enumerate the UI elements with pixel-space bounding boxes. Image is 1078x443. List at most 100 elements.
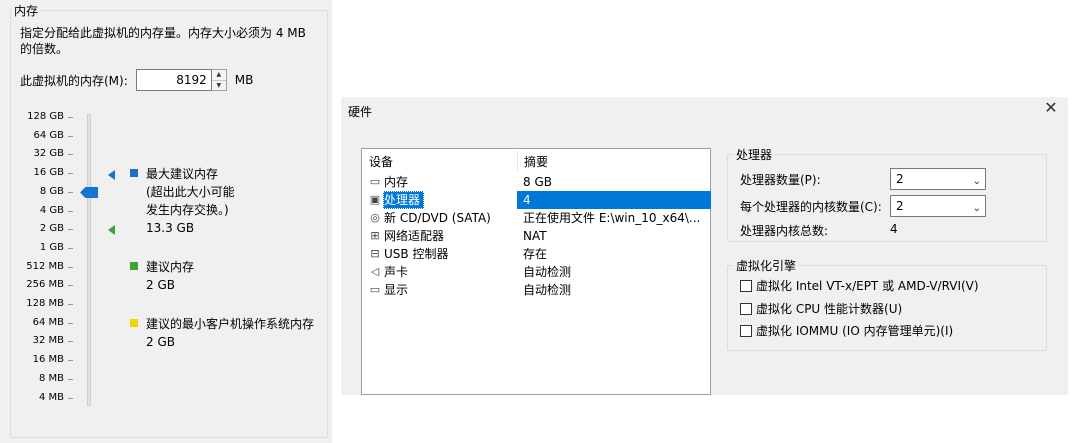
memory-scale-tick: 32 GB <box>0 147 74 161</box>
memory-scale-tick: 2 GB <box>0 222 74 236</box>
cores-per-processor-value: 2 <box>896 199 904 213</box>
max-memory-marker-icon <box>108 170 115 180</box>
cores-per-processor-label: 每个处理器的内核数量(C): <box>740 200 882 214</box>
iommu-checkbox-label: 虚拟化 IOMMU (IO 内存管理单元)(I) <box>756 324 954 338</box>
device-summary: 8 GB <box>523 175 552 189</box>
device-name: 内存 <box>384 175 409 189</box>
device-row-usb[interactable]: ⊟ USB 控制器 存在 <box>362 245 710 263</box>
legend-recommended-memory: 建议内存 2 GB <box>130 258 194 294</box>
column-summary[interactable]: 摘要 <box>524 153 548 170</box>
memory-scale-tick: 1 GB <box>0 241 74 255</box>
column-device[interactable]: 设备 <box>369 153 393 170</box>
memory-description: 指定分配给此虚拟机的内存量。内存大小必须为 4 MB 的倍数。 <box>20 26 306 56</box>
recommended-memory-value: 2 GB <box>146 278 175 292</box>
device-name: 声卡 <box>384 265 409 279</box>
monitor-icon: ▭ <box>369 283 381 296</box>
device-summary: 正在使用文件 E:\win_10_x64\... <box>523 211 701 225</box>
device-row-display[interactable]: ▭ 显示 自动检测 <box>362 281 710 299</box>
memory-group-title: 内存 <box>12 2 41 19</box>
max-memory-value: 13.3 GB <box>146 221 195 235</box>
memory-field-label: 此虚拟机的内存(M): <box>20 73 128 88</box>
vtx-checkbox[interactable]: 虚拟化 Intel VT-x/EPT 或 AMD-V/RVI(V) <box>740 277 979 295</box>
recommended-memory-title: 建议内存 <box>146 260 195 274</box>
iommu-checkbox[interactable]: 虚拟化 IOMMU (IO 内存管理单元)(I) <box>740 322 953 340</box>
memory-scale-tick: 16 GB <box>0 166 74 180</box>
device-summary: 自动检测 <box>523 265 572 279</box>
device-row-cdrom[interactable]: ◎ 新 CD/DVD (SATA) 正在使用文件 E:\win_10_x64\.… <box>362 209 710 227</box>
total-cores-label: 处理器内核总数: <box>740 224 829 238</box>
processor-group-title: 处理器 <box>734 146 775 163</box>
checkbox-icon[interactable] <box>740 325 752 337</box>
device-name: 网络适配器 <box>384 229 445 243</box>
processor-count-value: 2 <box>896 172 904 186</box>
memory-scale-tick: 64 GB <box>0 129 74 143</box>
dialog-title: 硬件 <box>348 105 373 119</box>
checkbox-icon[interactable] <box>740 280 752 292</box>
memory-scale-tick: 8 MB <box>0 372 74 386</box>
memory-scale-tick: 256 MB <box>0 278 74 292</box>
hardware-dialog: 硬件 ✕ 设备 摘要 ▭ 内存 8 GB ▣ 处理器 4 ◎ 新 CD/DVD … <box>341 97 1068 395</box>
device-summary: 存在 <box>523 247 548 261</box>
cpu-counters-checkbox[interactable]: 虚拟化 CPU 性能计数器(U) <box>740 300 902 318</box>
memory-input[interactable]: 8192 <box>135 69 212 91</box>
max-memory-note: (超出此大小可能 发生内存交换。) <box>146 185 235 217</box>
usb-icon: ⊟ <box>370 247 380 260</box>
vtx-checkbox-label: 虚拟化 Intel VT-x/EPT 或 AMD-V/RVI(V) <box>756 279 979 293</box>
min-memory-swatch-icon <box>130 319 138 327</box>
device-name: USB 控制器 <box>384 247 449 261</box>
speaker-icon: ◁ <box>370 265 380 278</box>
memory-scale-tick: 32 MB <box>0 334 74 348</box>
memory-scale-tick: 4 MB <box>0 391 74 405</box>
column-separator[interactable] <box>517 151 518 171</box>
min-memory-value: 2 GB <box>146 335 175 349</box>
device-row-processor[interactable]: ▣ 处理器 4 <box>362 191 711 209</box>
memory-scale-tick: 16 MB <box>0 353 74 367</box>
legend-max-memory: 最大建议内存 (超出此大小可能 发生内存交换。) 13.3 GB <box>130 165 235 237</box>
cores-per-processor-select[interactable]: 2 ⌄ <box>890 195 986 217</box>
cd-icon: ◎ <box>370 211 380 224</box>
memory-unit: MB <box>234 73 254 87</box>
spin-down-icon[interactable]: ▼ <box>211 79 226 91</box>
device-name: 显示 <box>384 283 409 297</box>
device-row-network[interactable]: ⊞ 网络适配器 NAT <box>362 227 710 245</box>
memory-scale-tick: 4 GB <box>0 204 74 218</box>
device-name: 新 CD/DVD (SATA) <box>384 211 491 225</box>
memory-scale-tick: 8 GB <box>0 185 74 199</box>
memory-scale-tick: 128 MB <box>0 297 74 311</box>
device-list[interactable]: 设备 摘要 ▭ 内存 8 GB ▣ 处理器 4 ◎ 新 CD/DVD (SATA… <box>361 148 711 395</box>
device-name: 处理器 <box>383 191 425 209</box>
memory-field-row: 此虚拟机的内存(M): 8192 ▲ ▼ MB <box>20 69 254 91</box>
processor-count-select[interactable]: 2 ⌄ <box>890 168 986 190</box>
cpu-counters-checkbox-label: 虚拟化 CPU 性能计数器(U) <box>756 302 903 316</box>
memory-scale-tick: 512 MB <box>0 260 74 274</box>
chevron-down-icon: ⌄ <box>972 203 981 214</box>
close-icon[interactable]: ✕ <box>1042 99 1060 117</box>
device-row-memory[interactable]: ▭ 内存 8 GB <box>362 173 710 191</box>
device-summary: 自动检测 <box>523 283 572 297</box>
legend-min-memory: 建议的最小客户机操作系统内存 2 GB <box>130 315 314 351</box>
max-memory-swatch-icon <box>130 169 138 177</box>
device-summary: 4 <box>517 191 711 209</box>
recommended-memory-marker-icon <box>108 225 115 235</box>
network-icon: ⊞ <box>370 229 380 242</box>
memory-scale-tick: 64 MB <box>0 316 74 330</box>
memory-spinner[interactable]: ▲ ▼ <box>210 69 227 91</box>
spin-up-icon[interactable]: ▲ <box>212 70 226 80</box>
total-cores-value: 4 <box>890 222 898 236</box>
checkbox-icon[interactable] <box>740 303 752 315</box>
memory-value: 8192 <box>176 73 207 87</box>
device-summary: NAT <box>523 229 547 243</box>
chevron-down-icon: ⌄ <box>972 176 981 187</box>
device-row-sound[interactable]: ◁ 声卡 自动检测 <box>362 263 710 281</box>
processor-count-label: 处理器数量(P): <box>740 173 821 187</box>
virtualization-group-title: 虚拟化引擎 <box>734 257 799 274</box>
memory-slider-track[interactable] <box>87 114 91 406</box>
memory-panel: 内存 指定分配给此虚拟机的内存量。内存大小必须为 4 MB 的倍数。 此虚拟机的… <box>0 0 332 443</box>
max-memory-title: 最大建议内存 <box>146 167 219 181</box>
device-list-header: 设备 摘要 <box>362 151 710 171</box>
min-memory-title: 建议的最小客户机操作系统内存 <box>146 317 315 331</box>
memory-icon: ▭ <box>369 175 381 188</box>
recommended-memory-swatch-icon <box>130 262 138 270</box>
memory-scale-tick: 128 GB <box>0 110 74 124</box>
cpu-icon: ▣ <box>369 193 381 206</box>
